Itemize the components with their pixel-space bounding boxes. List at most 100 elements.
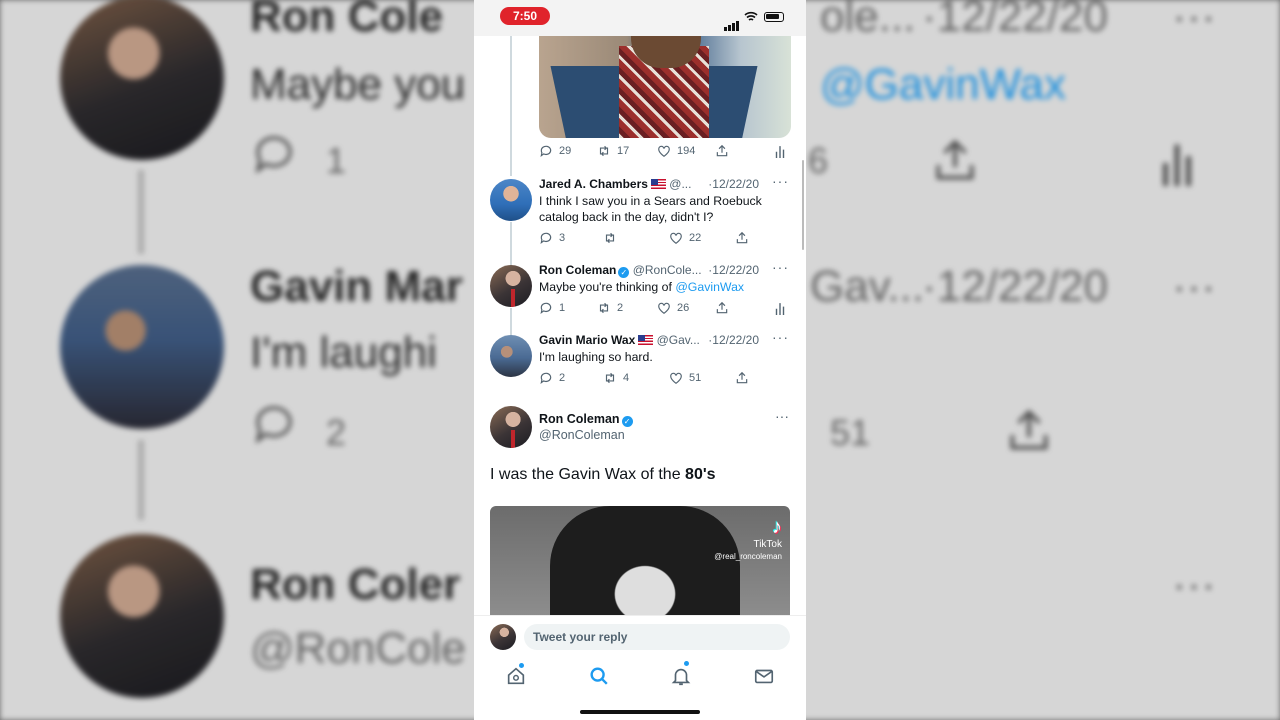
tab-search[interactable]: [588, 665, 610, 687]
share-button[interactable]: [735, 231, 749, 245]
status-bar: 7:50: [474, 0, 806, 36]
reply-icon: [540, 145, 552, 158]
like-button[interactable]: 26: [657, 301, 689, 315]
heart-icon: [670, 232, 682, 244]
retweet-button[interactable]: [603, 231, 623, 245]
share-icon: [736, 231, 748, 244]
author-name: Ron Coleman: [539, 412, 620, 426]
reply-count: 1: [559, 302, 566, 314]
tweet-text-prefix: Maybe you're thinking of: [539, 280, 676, 294]
retweet-button[interactable]: 17: [597, 144, 629, 158]
reply-icon: [540, 302, 552, 315]
analytics-icon: [775, 303, 785, 315]
reply-count: 3: [559, 232, 566, 244]
analytics-button[interactable]: [773, 144, 787, 158]
main-tweet-video[interactable]: ♪ TikTok @real_roncoleman: [490, 506, 790, 616]
notification-dot: [519, 663, 524, 668]
reply-icon: [540, 372, 552, 385]
reply-count: 2: [559, 372, 566, 384]
tab-messages[interactable]: [753, 665, 775, 687]
reply-button[interactable]: 29: [539, 144, 571, 158]
phone-screen: 7:50 29 17 194 Jared A. Chambers @... ·1…: [474, 0, 806, 720]
author-handle: @Gav...: [656, 333, 700, 347]
notification-dot: [684, 661, 689, 666]
avatar[interactable]: [490, 179, 532, 221]
retweet-icon: [605, 372, 615, 384]
share-icon: [716, 144, 728, 157]
reply-button[interactable]: 3: [539, 231, 565, 245]
tweet-actions: 2 4 51: [539, 371, 789, 387]
tweet-text: I'm laughing so hard.: [539, 350, 653, 364]
mail-icon: [754, 669, 774, 684]
like-count: 51: [689, 372, 702, 384]
more-icon[interactable]: ···: [772, 177, 789, 189]
main-text-bold: 80's: [685, 466, 716, 483]
thread-line: [510, 36, 512, 176]
share-button[interactable]: [715, 301, 729, 315]
author-name: Gavin Mario Wax: [539, 333, 636, 347]
scrollbar[interactable]: [802, 160, 804, 250]
like-button[interactable]: 194: [657, 144, 695, 158]
like-count: 194: [677, 145, 696, 157]
heart-icon: [658, 302, 670, 314]
thread-line: [510, 222, 512, 266]
search-icon: [590, 667, 608, 685]
reply-button[interactable]: 2: [539, 371, 565, 385]
us-flag-icon: [650, 179, 666, 189]
tweet-actions: 3 22: [539, 231, 789, 247]
tweet-date: ·12/22/20: [708, 333, 759, 347]
reply-avatar: [490, 624, 516, 650]
main-tweet-text: I was the Gavin Wax of the 80's: [490, 466, 716, 484]
home-icon: [507, 667, 525, 685]
retweet-icon: [599, 145, 609, 157]
more-icon[interactable]: ···: [772, 333, 789, 345]
retweet-count: 2: [617, 302, 624, 314]
tweet-header: Jared A. Chambers @... ·12/22/20 ···: [539, 177, 789, 193]
reply-button[interactable]: 1: [539, 301, 565, 315]
verified-badge-icon: ✓: [618, 267, 630, 278]
us-flag-icon: [638, 335, 654, 345]
more-icon[interactable]: ···: [772, 263, 789, 275]
like-count: 26: [677, 302, 690, 314]
main-author[interactable]: Ron Coleman ✓: [539, 412, 633, 427]
tab-bar: [474, 657, 806, 720]
home-indicator[interactable]: [580, 710, 700, 714]
retweet-button[interactable]: 2: [597, 301, 623, 315]
avatar[interactable]: [490, 265, 532, 307]
analytics-button[interactable]: [773, 301, 787, 315]
tiktok-logo-icon: ♪: [772, 516, 782, 538]
tiktok-username: @real_roncoleman: [714, 552, 782, 561]
retweet-count: 17: [617, 145, 630, 157]
reply-input[interactable]: Tweet your reply: [524, 624, 790, 650]
like-button[interactable]: 22: [669, 231, 701, 245]
tweet-date: ·12/22/20: [708, 263, 759, 277]
tab-home[interactable]: [505, 663, 527, 687]
share-button[interactable]: [735, 371, 749, 385]
mention-link[interactable]: @GavinWax: [675, 280, 744, 294]
bell-icon: [671, 668, 691, 686]
tweet-actions: 1 2 26: [539, 301, 789, 317]
like-count: 22: [689, 232, 702, 244]
main-text-prefix: I was the Gavin Wax of the: [490, 466, 686, 483]
more-icon[interactable]: ···: [775, 408, 789, 424]
like-button[interactable]: 51: [669, 371, 701, 385]
share-icon: [716, 301, 728, 314]
author-handle: @RonCole...: [632, 263, 702, 277]
tweet-text: I think I saw you in a Sears and Roebuck…: [539, 194, 762, 224]
previous-tweet-actions: 29 17 194: [539, 144, 789, 160]
retweet-button[interactable]: 4: [603, 371, 629, 385]
screen: Ron Cole Maybe you ole... ·12/22/20 ··· …: [0, 0, 1280, 720]
tiktok-watermark: ♪ TikTok @real_roncoleman: [714, 516, 782, 561]
previous-tweet-photo[interactable]: [539, 36, 791, 138]
author-name: Jared A. Chambers: [539, 177, 648, 191]
tweet-header: Gavin Mario Wax @Gav... ·12/22/20 ···: [539, 333, 789, 349]
retweet-icon: [605, 232, 615, 244]
avatar[interactable]: [490, 335, 532, 377]
share-button[interactable]: [715, 144, 729, 158]
tab-notifications[interactable]: [670, 661, 692, 687]
avatar[interactable]: [490, 406, 532, 448]
tiktok-brand: TikTok: [753, 539, 782, 550]
tweet-date: ·12/22/20: [708, 177, 759, 191]
author-name: Ron Coleman: [539, 263, 617, 277]
author-handle: @RonColeman: [539, 428, 625, 442]
